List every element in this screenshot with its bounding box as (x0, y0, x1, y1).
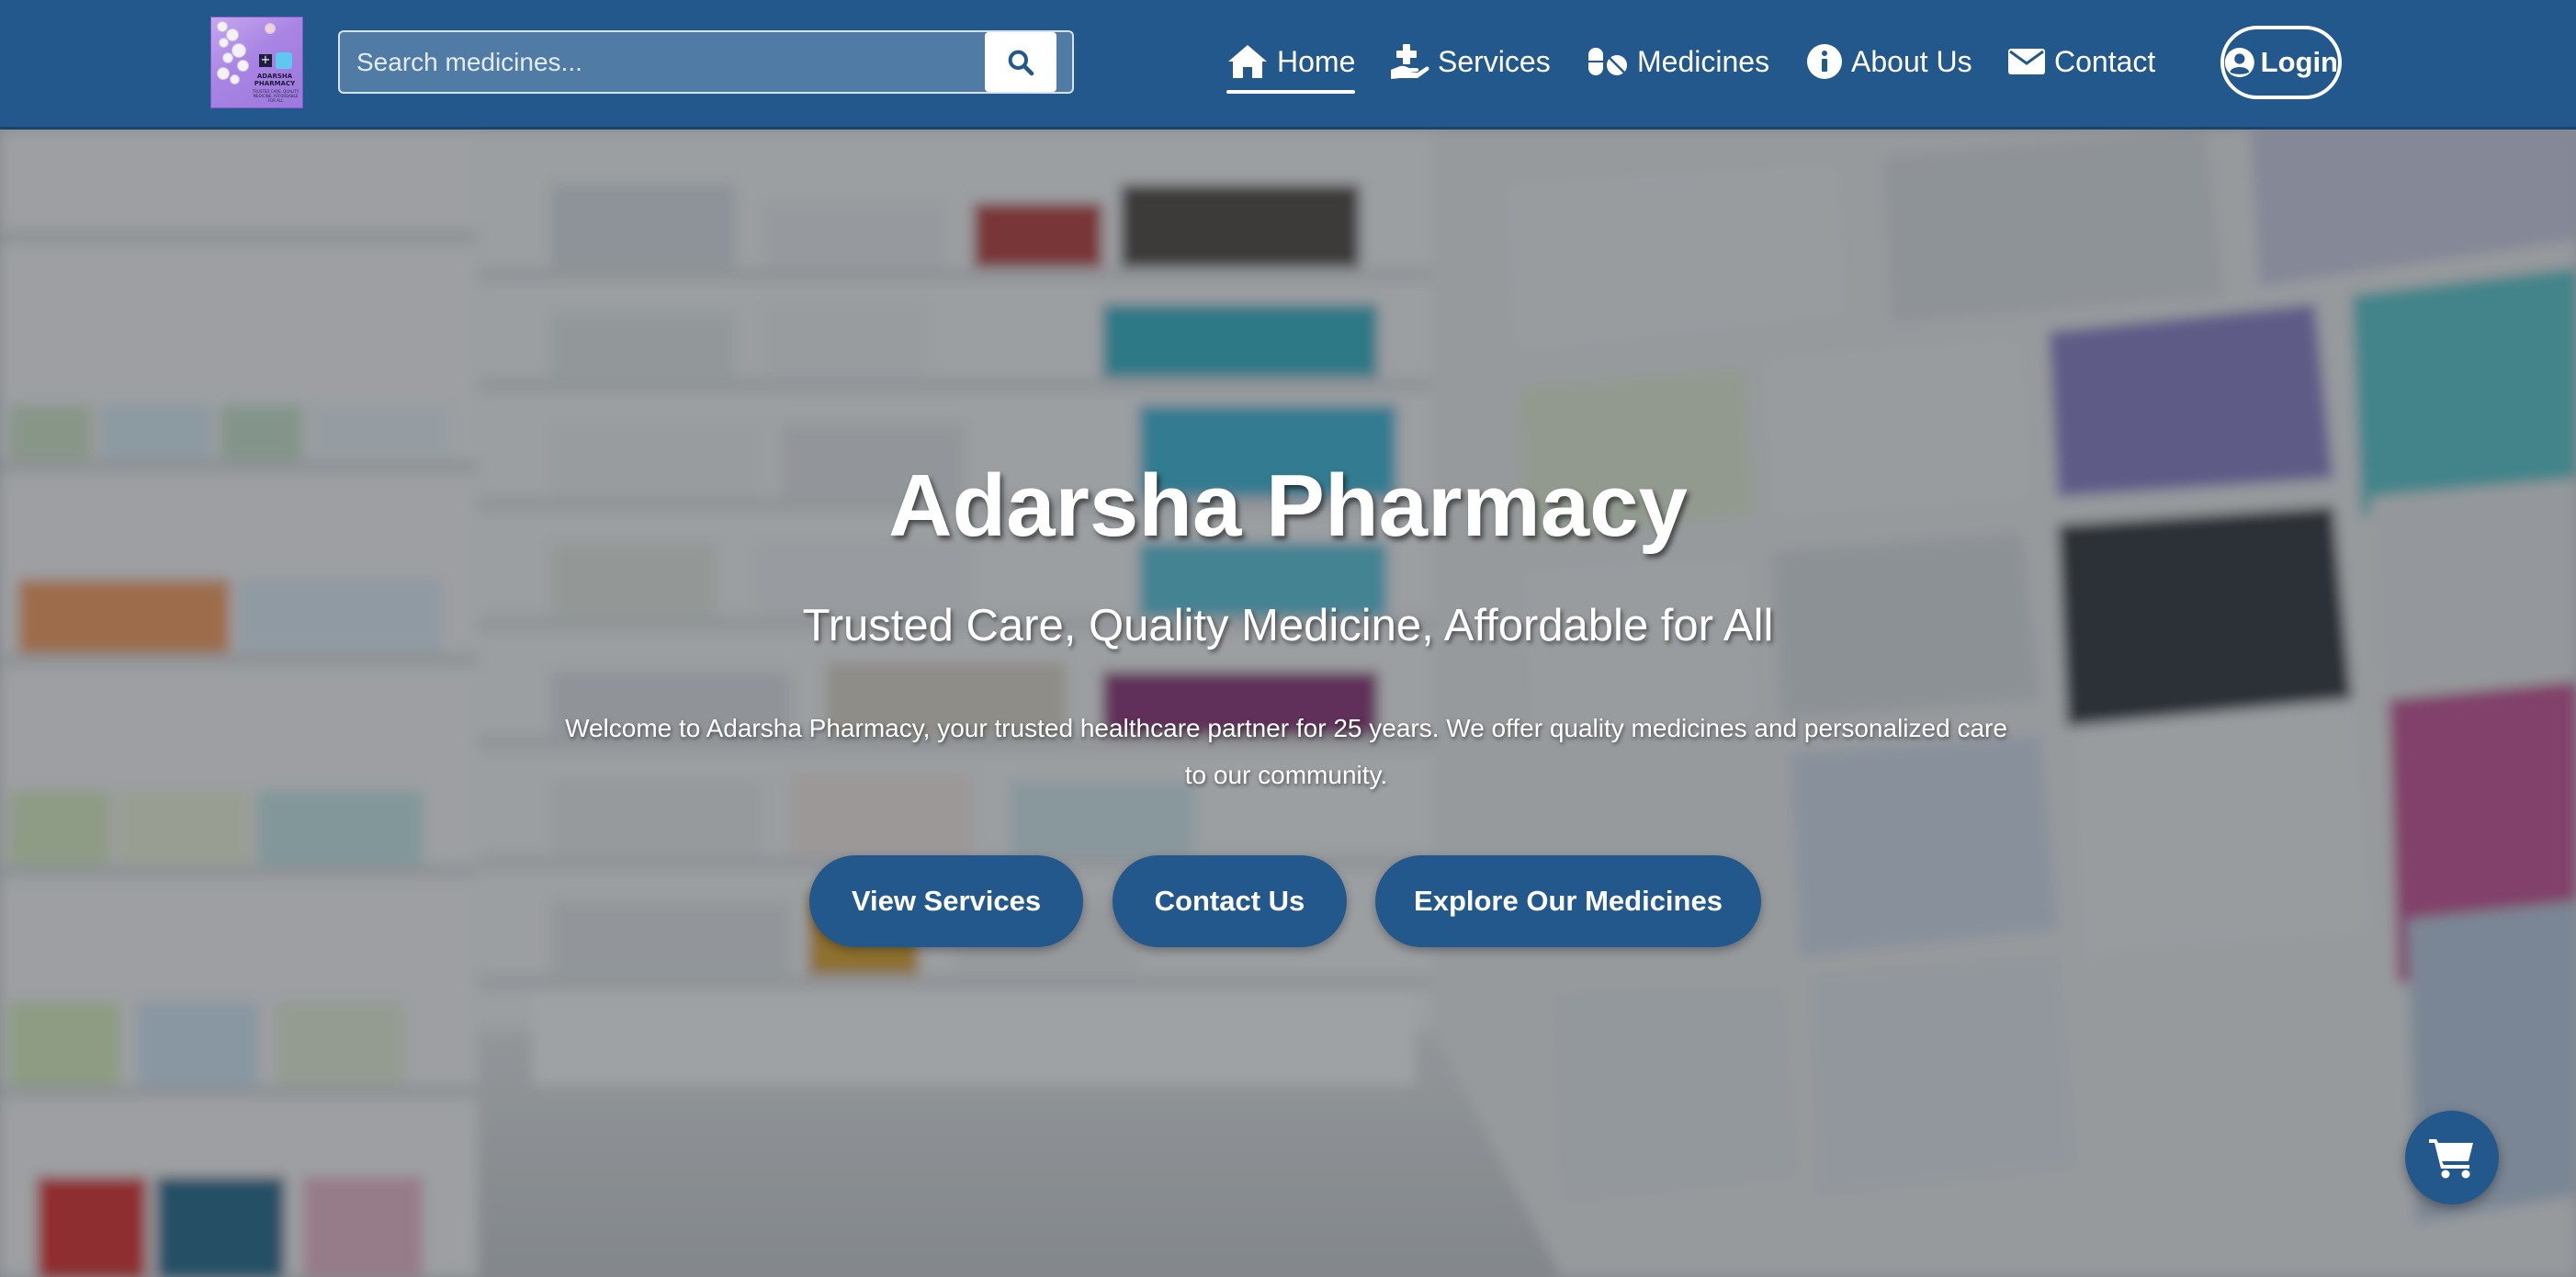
user-circle-icon (2224, 47, 2254, 78)
nav-item-label: Medicines (1637, 44, 1770, 78)
view-services-button[interactable]: View Services (809, 855, 1083, 947)
hero-content: Adarsha Pharmacy Trusted Care, Quality M… (0, 130, 2576, 1277)
nav-item-label: Services (1438, 44, 1551, 78)
nav-item-label: Home (1277, 44, 1356, 78)
search-button[interactable] (985, 32, 1056, 92)
shopping-cart-icon (2429, 1139, 2473, 1179)
hero-description: Welcome to Adarsha Pharmacy, your truste… (565, 714, 2007, 789)
medicine-box-icon (276, 52, 292, 69)
search-icon (1008, 50, 1034, 75)
info-circle-icon (1807, 44, 1842, 79)
logo-pill-graphic (217, 67, 230, 80)
search-bar (338, 30, 1074, 94)
logo-pill-graphic (232, 43, 246, 58)
nav-item-about-us[interactable]: About Us (1806, 35, 1972, 88)
pills-icon (1588, 48, 1627, 75)
logo-pill-graphic (219, 38, 229, 48)
envelope-icon (2008, 49, 2045, 74)
login-button[interactable]: Login (2220, 26, 2342, 99)
cart-button[interactable] (2405, 1111, 2499, 1204)
logo-pill-graphic (237, 60, 249, 72)
medical-cross-icon: + (259, 53, 272, 67)
nav-item-home[interactable]: Home (1226, 35, 1356, 94)
nav-item-services[interactable]: Services (1389, 35, 1551, 88)
hand-medical-icon (1391, 44, 1429, 79)
logo-badge-graphic (265, 23, 276, 34)
hero-title: Adarsha Pharmacy (888, 457, 1688, 555)
logo-subtext: TRUSTED CARE, QUALITY MEDICINE, AFFORDAB… (252, 89, 299, 103)
logo-pill-graphic (222, 52, 233, 63)
hero-section: Adarsha Pharmacy Trusted Care, Quality M… (0, 130, 2576, 1277)
nav-item-label: About Us (1851, 44, 1972, 78)
explore-medicines-button[interactable]: Explore Our Medicines (1375, 855, 1761, 947)
login-label: Login (2260, 46, 2338, 78)
navbar: + ADARSHA PHARMACY TRUSTED CARE, QUALITY… (0, 0, 2576, 130)
pharmacy-logo[interactable]: + ADARSHA PHARMACY TRUSTED CARE, QUALITY… (210, 17, 303, 108)
hero-tagline: Trusted Care, Quality Medicine, Affordab… (802, 601, 1774, 650)
nav-item-contact[interactable]: Contact (2007, 35, 2155, 88)
search-input[interactable] (340, 32, 983, 92)
nav-item-label: Contact (2054, 44, 2156, 78)
logo-text: ADARSHA PHARMACY (254, 73, 296, 87)
home-icon (1228, 45, 1267, 78)
contact-us-button[interactable]: Contact Us (1113, 855, 1347, 947)
logo-pill-graphic (230, 74, 240, 85)
nav-item-medicines[interactable]: Medicines (1587, 35, 1769, 88)
